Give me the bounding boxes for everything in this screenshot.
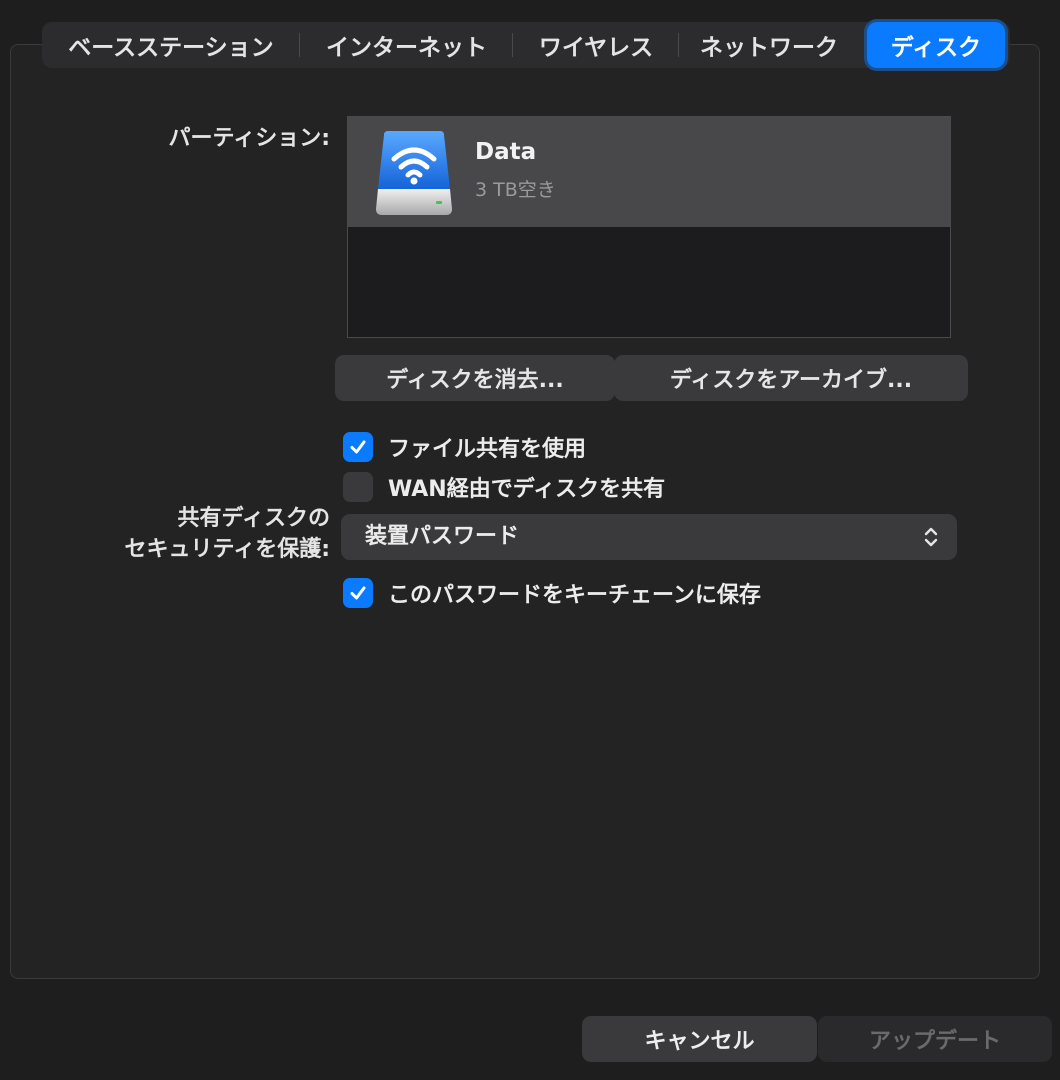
security-select-value: 装置パスワード: [365, 524, 520, 549]
partition-name: Data: [475, 139, 537, 165]
update-button[interactable]: アップデート: [818, 1016, 1052, 1062]
file-sharing-option[interactable]: ファイル共有を使用: [343, 431, 586, 463]
security-label: 共有ディスクの セキュリティを保護:: [60, 503, 330, 565]
partition-free-space: 3 TB空き: [475, 179, 556, 201]
wan-sharing-option[interactable]: WAN経由でディスクを共有: [343, 471, 665, 503]
up-down-chevron-icon: [924, 527, 938, 547]
checkmark-icon: [350, 586, 366, 600]
tab-wireless[interactable]: ワイヤレス: [513, 22, 679, 68]
file-sharing-label: ファイル共有を使用: [388, 437, 587, 462]
security-label-line1: 共有ディスクの: [177, 506, 330, 531]
tab-bar: ベースステーション インターネット ワイヤレス ネットワーク ディスク: [42, 22, 1010, 68]
erase-disk-button[interactable]: ディスクを消去...: [335, 355, 615, 401]
file-sharing-checkbox[interactable]: [343, 432, 373, 462]
keychain-label: このパスワードをキーチェーンに保存: [388, 583, 761, 608]
tab-network[interactable]: ネットワーク: [679, 22, 859, 68]
checkmark-icon: [350, 440, 366, 454]
wan-sharing-checkbox[interactable]: [343, 472, 373, 502]
tab-internet[interactable]: インターネット: [300, 22, 513, 68]
security-label-line2: セキュリティを保護:: [124, 537, 330, 562]
partition-row-data[interactable]: Data 3 TB空き: [348, 117, 950, 227]
keychain-option[interactable]: このパスワードをキーチェーンに保存: [343, 577, 761, 609]
tab-disk[interactable]: ディスク: [867, 22, 1005, 68]
wifi-disk-icon: [376, 131, 452, 215]
cancel-button[interactable]: キャンセル: [582, 1016, 817, 1062]
partition-list[interactable]: Data 3 TB空き: [347, 116, 951, 338]
tab-base-station[interactable]: ベースステーション: [42, 22, 300, 68]
airport-utility-window: ベースステーション インターネット ワイヤレス ネットワーク ディスク パーティ…: [0, 0, 1060, 1080]
partition-label: パーティション:: [168, 126, 330, 151]
keychain-checkbox[interactable]: [343, 578, 373, 608]
security-select[interactable]: 装置パスワード: [341, 514, 957, 560]
wan-sharing-label: WAN経由でディスクを共有: [388, 477, 666, 502]
archive-disk-button[interactable]: ディスクをアーカイブ...: [614, 355, 968, 401]
